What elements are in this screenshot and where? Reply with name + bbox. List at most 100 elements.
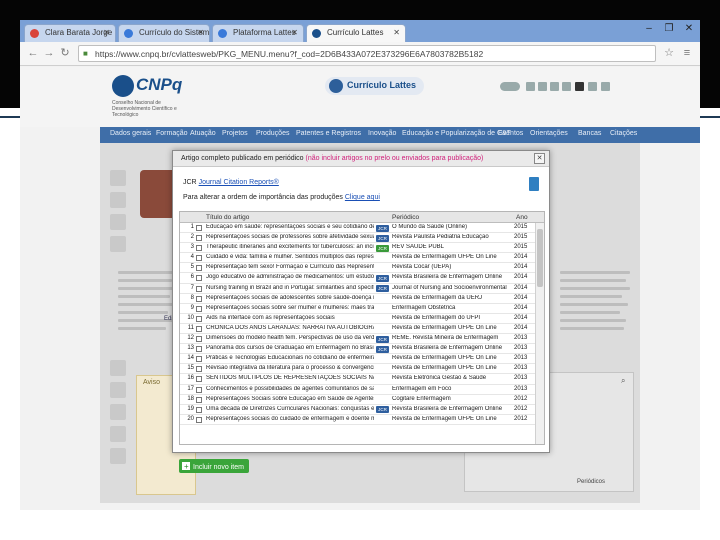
address-bar[interactable]: ■ https://www.cnpq.br/cvlattesweb/PKG_ME… <box>78 45 656 62</box>
row-checkbox[interactable] <box>196 295 202 302</box>
menu-dados-gerais[interactable]: Dados gerais <box>110 130 151 137</box>
row-checkbox[interactable] <box>196 366 202 373</box>
search-icon[interactable]: ⌕ <box>621 376 625 386</box>
article-title[interactable]: Nursing training in Brazil and in Portug… <box>206 285 374 291</box>
row-checkbox[interactable] <box>196 245 202 252</box>
sidebar-icon[interactable] <box>110 192 126 208</box>
menu-inovacao[interactable]: Inovação <box>368 130 396 137</box>
maximize-button[interactable]: ❐ <box>660 23 678 37</box>
table-row[interactable]: 18 Representações Sociais sobre Educação … <box>180 395 536 405</box>
reload-icon[interactable]: ↻ <box>58 46 72 60</box>
menu-citacoes[interactable]: Citações <box>610 130 637 137</box>
tab-clara-barata[interactable]: Clara Barata Jorge ✕ <box>24 24 116 42</box>
bookmark-star-icon[interactable]: ☆ <box>662 46 676 60</box>
menu-formacao[interactable]: Formação <box>156 130 188 137</box>
document-icon[interactable] <box>529 177 539 191</box>
table-row[interactable]: 15 Revisão integrativa da literatura para… <box>180 364 536 375</box>
contrast-icon[interactable] <box>575 82 584 91</box>
table-row[interactable]: 9 Representações sociais sobre ser mulher… <box>180 304 536 314</box>
jcr-badge-icon[interactable]: JCR <box>376 224 389 232</box>
article-title[interactable]: Dimensões do modelo health fem. Perspect… <box>206 335 374 341</box>
article-title[interactable]: Representação tem sexo! Formação e Currí… <box>206 264 374 270</box>
article-title[interactable]: Revisão integrativa da literatura para o… <box>206 365 374 371</box>
close-window-button[interactable]: ✕ <box>680 23 698 37</box>
jcr-badge-icon[interactable]: JCR <box>376 406 389 414</box>
menu-projetos[interactable]: Projetos <box>222 130 248 137</box>
sidebar-icon[interactable] <box>110 404 126 420</box>
row-checkbox[interactable] <box>196 265 202 272</box>
table-scrollbar[interactable] <box>535 223 544 444</box>
row-checkbox[interactable] <box>196 305 202 312</box>
table-row[interactable]: 6 Jogo educativo de administração de medi… <box>180 273 536 284</box>
tab-curriculo-sistema[interactable]: Currículo do Sistema Cu ✕ <box>118 24 210 42</box>
menu-bancas[interactable]: Bancas <box>578 130 601 137</box>
help-icon[interactable] <box>601 82 610 91</box>
close-tab-icon[interactable]: ✕ <box>291 28 298 37</box>
table-row[interactable]: 12 Dimensões do modelo health fem. Perspe… <box>180 334 536 345</box>
row-checkbox[interactable] <box>196 325 202 332</box>
sidebar-icon[interactable] <box>110 360 126 376</box>
column-header-journal[interactable]: Periódico <box>376 212 514 223</box>
jcr-badge-icon[interactable]: JCR <box>376 345 389 353</box>
close-tab-icon[interactable]: ✕ <box>197 28 204 37</box>
menu-orientacoes[interactable]: Orientações <box>530 130 568 137</box>
order-link[interactable]: Clique aqui <box>345 194 380 201</box>
close-tab-icon[interactable]: ✕ <box>103 28 110 37</box>
article-title[interactable]: Conhecimentos e possibilidades de agente… <box>206 386 374 392</box>
row-checkbox[interactable] <box>196 235 202 242</box>
row-checkbox[interactable] <box>196 315 202 322</box>
add-item-button[interactable]: + Incluir novo item <box>179 459 249 473</box>
row-checkbox[interactable] <box>196 386 202 393</box>
share-icon[interactable] <box>588 82 597 91</box>
home-icon[interactable] <box>562 82 571 91</box>
article-title[interactable]: Representações sociais sobre ser mulher … <box>206 305 374 311</box>
article-title[interactable]: Panorama dos cursos de Graduação em Enfe… <box>206 345 374 351</box>
jcr-badge-icon[interactable]: JCR <box>376 274 389 282</box>
font-size-icon[interactable] <box>550 82 559 91</box>
table-row[interactable]: 8 Representações sociais de adolescentes … <box>180 294 536 304</box>
menu-eventos[interactable]: Eventos <box>498 130 523 137</box>
table-row[interactable]: 19 Uma década de Diretrizes Curriculares … <box>180 405 536 415</box>
article-title[interactable]: Educação em saúde: representações sociai… <box>206 224 374 230</box>
table-row[interactable]: 10 Aids na interface com as representaçõe… <box>180 314 536 324</box>
table-row[interactable]: 16 SENTIDOS MÚLTIPLOS DE REPRESENTAÇÕES S… <box>180 374 536 385</box>
article-title[interactable]: Práticas e Tecnologias Educacionais no c… <box>206 355 374 361</box>
article-title[interactable]: Therapeutic itineraries and excitements … <box>206 244 374 250</box>
column-header-year[interactable]: Ano <box>514 212 544 223</box>
table-row[interactable]: 2 Representações sociais de professores s… <box>180 233 536 244</box>
row-checkbox[interactable] <box>196 225 202 231</box>
table-row[interactable]: 7 Nursing training in Brazil and in Portu… <box>180 284 536 294</box>
table-row[interactable]: 17 Conhecimentos e possibilidades de agen… <box>180 385 536 395</box>
row-checkbox[interactable] <box>196 285 202 292</box>
tab-curriculo-lattes[interactable]: Currículo Lattes ✕ <box>306 24 406 42</box>
tab-plataforma-lattes[interactable]: Plataforma Lattes ✕ <box>212 24 304 42</box>
jcr-badge-icon[interactable]: JCR <box>376 234 389 242</box>
row-checkbox[interactable] <box>196 416 202 423</box>
article-title[interactable]: CRÔNICA DOS ANOS LARANJAS: NARRATIVA AUT… <box>206 325 374 331</box>
table-row[interactable]: 13 Panorama dos cursos de Graduação em En… <box>180 344 536 355</box>
minimize-button[interactable]: – <box>640 23 658 37</box>
article-title[interactable]: Aids na interface com as representações … <box>206 315 374 321</box>
menu-producoes[interactable]: Produções <box>256 130 289 137</box>
row-checkbox[interactable] <box>196 255 202 262</box>
row-checkbox[interactable] <box>196 376 202 383</box>
row-checkbox[interactable] <box>196 336 202 343</box>
row-checkbox[interactable] <box>196 396 202 403</box>
menu-icon[interactable]: ≡ <box>680 46 694 60</box>
email-icon[interactable] <box>538 82 547 91</box>
sidebar-icon[interactable] <box>110 236 126 252</box>
cnpq-logo-icon[interactable] <box>112 75 134 97</box>
print-icon[interactable] <box>526 82 535 91</box>
jcr-link[interactable]: Journal Citation Reports® <box>199 179 279 186</box>
table-row[interactable]: 20 Representações sociais do cuidado de e… <box>180 415 536 425</box>
jcr-badge-icon[interactable]: JCR <box>376 335 389 343</box>
table-row[interactable]: 1 Educação em saúde: representações socia… <box>180 223 536 234</box>
article-title[interactable]: Jogo educativo de administração de medic… <box>206 274 374 280</box>
article-title[interactable]: Representações sociais do cuidado de enf… <box>206 416 374 422</box>
row-checkbox[interactable] <box>196 346 202 353</box>
close-tab-icon[interactable]: ✕ <box>393 28 400 37</box>
row-checkbox[interactable] <box>196 275 202 282</box>
article-title[interactable]: Representações sociais de adolescentes s… <box>206 295 374 301</box>
sidebar-icon[interactable] <box>110 214 126 230</box>
table-row[interactable]: 4 Cuidado e vida: família e mulher. Senti… <box>180 253 536 264</box>
